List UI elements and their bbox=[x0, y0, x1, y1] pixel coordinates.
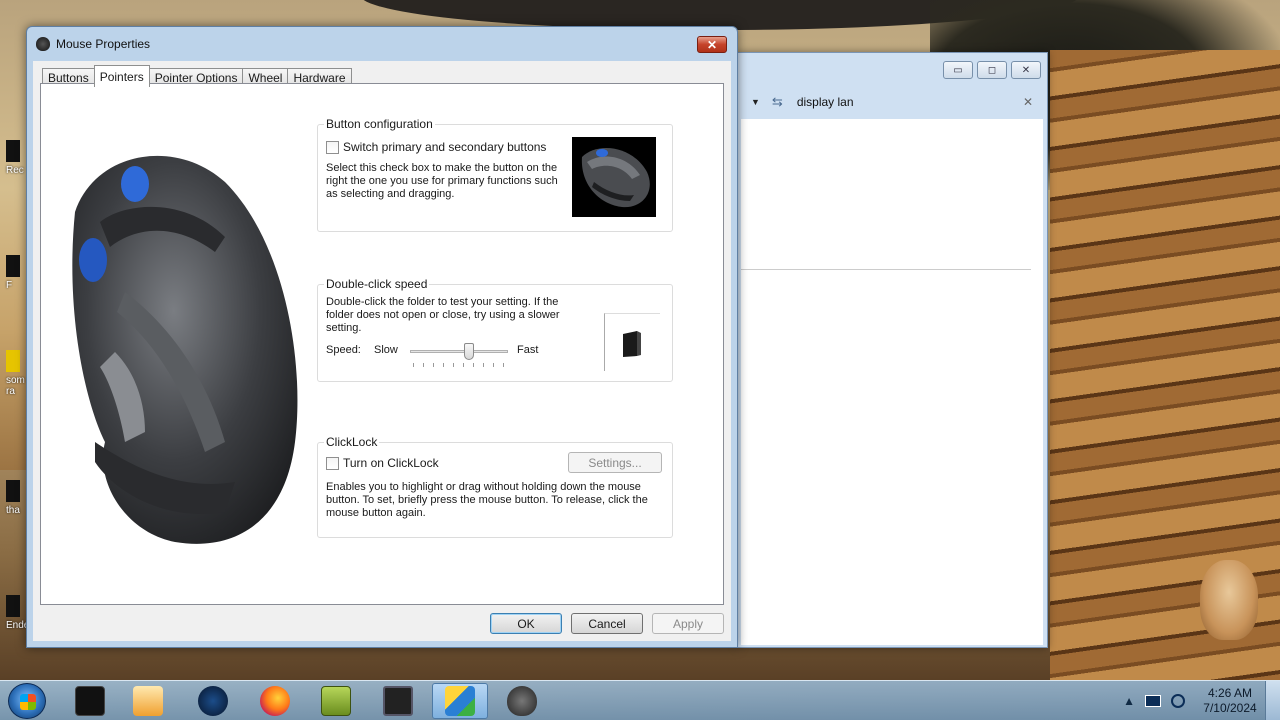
black-box-icon bbox=[75, 686, 105, 716]
start-orb-icon[interactable] bbox=[8, 683, 46, 719]
double-click-speed-title: Double-click speed bbox=[324, 277, 430, 291]
taskbar: ▲ 4:26 AM 7/10/2024 bbox=[0, 680, 1280, 720]
clicklock-checkbox[interactable] bbox=[326, 456, 339, 470]
windows-flag-icon bbox=[20, 694, 36, 710]
clear-search-icon[interactable]: ✕ bbox=[1023, 95, 1033, 109]
speed-label: Speed: bbox=[326, 344, 361, 356]
speed-slider-ticks bbox=[413, 363, 505, 367]
description-line: Double-click the folder to test your set… bbox=[326, 296, 559, 308]
dialog-body: Buttons Pointers Pointer Options Wheel H… bbox=[33, 61, 731, 641]
tab-pointers[interactable]: Pointers bbox=[93, 65, 150, 87]
double-click-speed-group: Double-click speed Double-click the fold… bbox=[317, 277, 673, 382]
minimize-button[interactable]: ▭ bbox=[943, 61, 973, 79]
speed-slider-track[interactable] bbox=[410, 350, 508, 353]
description-line: Select this check box to make the button… bbox=[326, 162, 558, 174]
volume-icon[interactable] bbox=[1171, 694, 1185, 708]
description-line: setting. bbox=[326, 322, 362, 334]
monitor-icon bbox=[383, 686, 413, 716]
dialog-title: Mouse Properties bbox=[56, 37, 151, 51]
show-hidden-icons-arrow[interactable]: ▲ bbox=[1123, 694, 1135, 708]
slow-label: Slow bbox=[374, 344, 398, 356]
close-button[interactable]: ✕ bbox=[697, 36, 727, 53]
taskbar-item[interactable] bbox=[185, 683, 241, 719]
clock-date: 7/10/2024 bbox=[1203, 701, 1257, 715]
clicklock-checkbox-row[interactable]: Turn on ClickLock bbox=[326, 456, 439, 470]
folder-icon[interactable] bbox=[621, 330, 645, 358]
test-folder-area[interactable] bbox=[604, 313, 660, 371]
desktop-icon-label: Rec bbox=[6, 165, 24, 176]
refresh-icon[interactable]: ⇆ bbox=[772, 94, 783, 110]
speed-slider-thumb[interactable] bbox=[463, 343, 474, 360]
desktop-icon-label: som bbox=[6, 375, 25, 386]
show-desktop-button[interactable] bbox=[1265, 681, 1280, 720]
description-line: as selecting and dragging. bbox=[326, 188, 455, 200]
dialog-titlebar[interactable]: Mouse Properties ✕ bbox=[27, 27, 737, 61]
background-window-content bbox=[741, 119, 1043, 645]
wallpaper-hamster bbox=[1200, 560, 1258, 640]
background-window-titlebar: ▭ ◻ ✕ bbox=[737, 53, 1047, 87]
cancel-button[interactable]: Cancel bbox=[571, 613, 643, 634]
clicklock-settings-button[interactable]: Settings... bbox=[568, 452, 662, 473]
desktop-icon[interactable]: Rec bbox=[6, 140, 24, 176]
dropdown-arrow-icon[interactable]: ▼ bbox=[751, 97, 760, 107]
description-line: right the one you use for primary functi… bbox=[326, 175, 558, 187]
mouse-preview-icon bbox=[581, 148, 650, 208]
globe-icon bbox=[198, 686, 228, 716]
maximize-button[interactable]: ◻ bbox=[977, 61, 1007, 79]
switch-buttons-checkbox-row[interactable]: Switch primary and secondary buttons bbox=[326, 140, 546, 154]
mouse-preview-image bbox=[572, 137, 656, 217]
ok-button[interactable]: OK bbox=[490, 613, 562, 634]
clicklock-title: ClickLock bbox=[324, 435, 380, 449]
desktop-icon-label: ra bbox=[6, 386, 15, 397]
media-player-icon bbox=[133, 686, 163, 716]
box-game-icon bbox=[321, 686, 351, 716]
taskbar-item[interactable] bbox=[308, 683, 364, 719]
mouse-icon bbox=[507, 686, 537, 716]
taskbar-item-active[interactable] bbox=[432, 683, 488, 719]
desktop-icon-label: F bbox=[6, 280, 13, 291]
desktop-icon[interactable]: F bbox=[6, 255, 24, 291]
tab-panel: Button configuration Switch primary and … bbox=[40, 83, 724, 605]
desktop-icon[interactable]: tha bbox=[6, 480, 24, 516]
control-panel-icon bbox=[445, 686, 475, 716]
clicklock-label: Turn on ClickLock bbox=[343, 456, 439, 470]
firefox-icon bbox=[260, 686, 290, 716]
button-configuration-description: Select this check box to make the button… bbox=[326, 162, 566, 201]
fast-label: Fast bbox=[517, 344, 539, 356]
mouse-icon bbox=[36, 37, 50, 51]
divider bbox=[741, 269, 1031, 270]
clicklock-group: ClickLock Turn on ClickLock Settings... … bbox=[317, 435, 673, 538]
clock-time: 4:26 AM bbox=[1207, 686, 1253, 700]
button-configuration-title: Button configuration bbox=[324, 117, 435, 131]
background-window: ▭ ◻ ✕ ▼ ⇆ display lan ✕ bbox=[736, 52, 1048, 648]
description-line: Enables you to highlight or drag without… bbox=[326, 481, 641, 493]
description-line: folder does not open or close, try using… bbox=[326, 309, 560, 321]
description-line: button. To set, briefly press the mouse … bbox=[326, 494, 648, 506]
network-icon[interactable] bbox=[1145, 695, 1161, 707]
clock[interactable]: 4:26 AM 7/10/2024 bbox=[1195, 686, 1265, 716]
search-bar: ▼ ⇆ display lan ✕ bbox=[737, 87, 1047, 117]
taskbar-item[interactable] bbox=[247, 683, 303, 719]
clicklock-description: Enables you to highlight or drag without… bbox=[326, 481, 666, 520]
desktop-icon-label: tha bbox=[6, 505, 20, 516]
mouse-properties-dialog: Mouse Properties ✕ Buttons Pointers Poin… bbox=[26, 26, 738, 648]
apply-button[interactable]: Apply bbox=[652, 613, 724, 634]
button-configuration-group: Button configuration Switch primary and … bbox=[317, 117, 673, 232]
mouse-illustration bbox=[72, 155, 298, 544]
switch-buttons-label: Switch primary and secondary buttons bbox=[343, 140, 547, 154]
switch-buttons-checkbox[interactable] bbox=[326, 140, 339, 154]
taskbar-item[interactable] bbox=[494, 683, 550, 719]
desktop-icon[interactable]: som ra bbox=[6, 350, 25, 397]
double-click-description: Double-click the folder to test your set… bbox=[326, 296, 566, 335]
search-input[interactable]: display lan bbox=[797, 95, 854, 109]
system-tray: ▲ 4:26 AM 7/10/2024 bbox=[1123, 681, 1280, 720]
desktop-icon[interactable]: Ende bbox=[6, 595, 29, 631]
taskbar-item[interactable] bbox=[370, 683, 426, 719]
close-button[interactable]: ✕ bbox=[1011, 61, 1041, 79]
description-line: mouse button again. bbox=[326, 507, 426, 519]
taskbar-item[interactable] bbox=[120, 683, 176, 719]
taskbar-item[interactable] bbox=[62, 683, 118, 719]
